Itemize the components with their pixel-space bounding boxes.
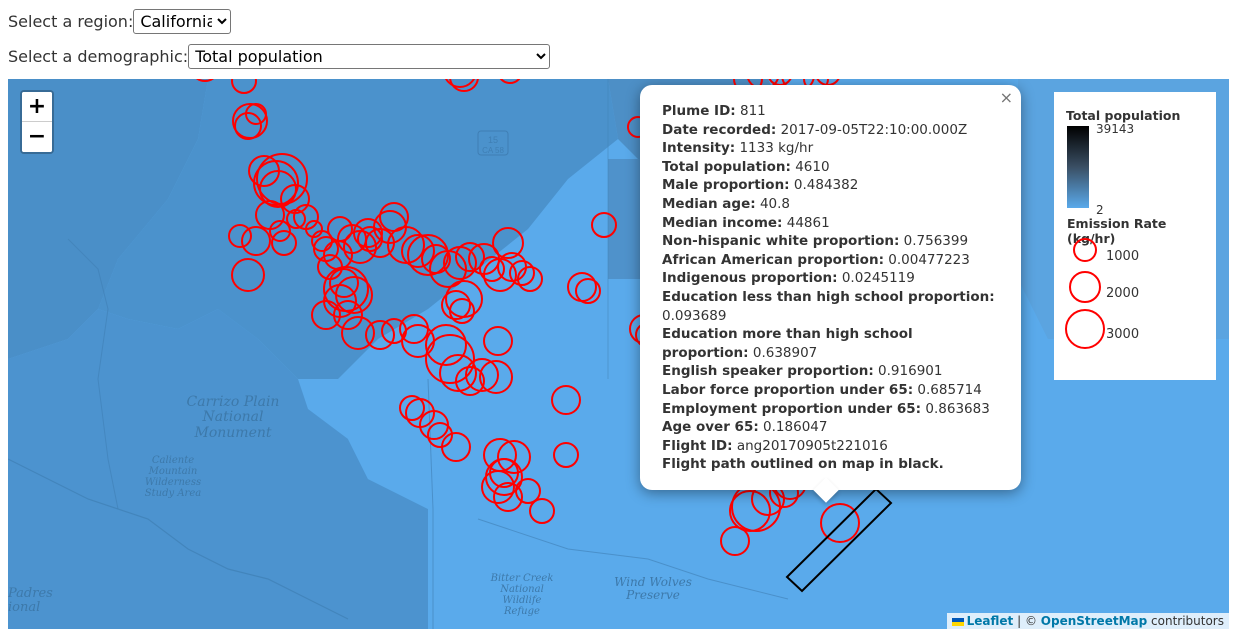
popup-row: Intensity: 1133 kg/hr — [662, 139, 999, 158]
popup-field-value: 0.00477223 — [888, 251, 970, 268]
legend-circle-3000 — [1065, 309, 1105, 349]
popup-field-label: Date recorded: — [662, 121, 777, 138]
zoom-in-button[interactable]: + — [22, 92, 52, 122]
legend-title: Total population — [1066, 108, 1181, 123]
popup-field-label: Male proportion: — [662, 177, 790, 194]
popup-field-value: 0.0245119 — [841, 270, 915, 287]
popup-content: Plume ID: 811 Date recorded: 2017-09-05T2… — [662, 102, 999, 455]
popup-row: Total population: 4610 — [662, 158, 999, 177]
popup-field-label: Intensity: — [662, 140, 736, 157]
attribution-tail: contributors — [1147, 614, 1224, 628]
map-base: 15 CA 58 — [8, 79, 1229, 629]
popup-field-value: 2017-09-05T22:10:00.000Z — [780, 121, 968, 138]
popup-row: Age over 65: 0.186047 — [662, 418, 999, 437]
popup-field-label: Plume ID: — [662, 103, 736, 119]
popup-row: Male proportion: 0.484382 — [662, 176, 999, 195]
popup-field-value: 0.093689 — [662, 307, 727, 324]
legend-circle-1000 — [1073, 238, 1097, 262]
legend-level-2000: 2000 — [1106, 286, 1140, 301]
demographic-select[interactable]: Total population — [188, 44, 551, 69]
popup-close-button[interactable]: × — [1000, 88, 1013, 108]
map[interactable]: 15 CA 58 Carrizo Plain National Monument… — [8, 79, 1229, 629]
popup-row: Median income: 44861 — [662, 214, 999, 233]
ukraine-flag-icon — [951, 617, 964, 626]
popup-field-label: Age over 65: — [662, 419, 759, 436]
popup-row: Education less than high school proporti… — [662, 288, 999, 325]
map-label-bitter-creek: Bitter Creek National Wildlife Refuge — [490, 573, 554, 617]
popup-row: Labor force proportion under 65: 0.68571… — [662, 381, 999, 400]
map-label-carrizo: Carrizo Plain National Monument — [186, 394, 280, 441]
popup-footer: Flight path outlined on map in black. — [662, 456, 944, 473]
popup-field-value: 1133 kg/hr — [739, 140, 814, 157]
popup-field-value: 0.756399 — [903, 233, 969, 250]
map-label-caliente: Caliente Mountain Wilderness Study Area — [144, 455, 202, 499]
region-select[interactable]: California — [133, 9, 232, 34]
leaflet-link[interactable]: Leaflet — [967, 614, 1014, 628]
legend-color-ramp — [1067, 126, 1089, 208]
popup-field-label: Median income: — [662, 214, 783, 231]
popup-row: Non-hispanic white proportion: 0.756399 — [662, 232, 999, 251]
popup-row: Education more than high school proporti… — [662, 325, 999, 362]
popup-field-label: Median age: — [662, 195, 756, 212]
popup-field-label: Education less than high school proporti… — [662, 288, 995, 305]
attribution-separator: | © — [1013, 614, 1041, 628]
map-attribution: Leaflet | © OpenStreetMap contributors — [946, 613, 1229, 629]
popup-row: Date recorded: 2017-09-05T22:10:00.000Z — [662, 121, 999, 140]
popup-field-value: 44861 — [786, 214, 830, 231]
popup-field-value: 0.863683 — [925, 400, 990, 417]
popup-row: Flight ID: ang20170905t221016 — [662, 437, 999, 456]
popup-field-value: 0.916901 — [878, 363, 943, 380]
popup-field-value: 40.8 — [759, 195, 790, 212]
map-label-padres: Padres ional — [8, 586, 53, 616]
legend-max-value: 39143 — [1096, 122, 1135, 136]
popup-field-label: African American proportion: — [662, 251, 884, 268]
popup-field-label: Flight ID: — [662, 437, 733, 454]
osm-link[interactable]: OpenStreetMap — [1041, 614, 1147, 628]
popup-field-label: Total population: — [662, 158, 791, 175]
popup-row: Median age: 40.8 — [662, 195, 999, 214]
popup-field-value: 0.186047 — [763, 419, 828, 436]
plume-popup: × Plume ID: 811 Date recorded: 2017-09-05… — [640, 85, 1021, 503]
popup-field-label: English speaker proportion: — [662, 363, 874, 380]
region-control: Select a region: California — [8, 9, 232, 34]
popup-row: Indigenous proportion: 0.0245119 — [662, 269, 999, 288]
legend-level-3000: 3000 — [1106, 327, 1140, 342]
highway-shield-text: CA 58 — [482, 146, 504, 155]
region-label: Select a region: — [8, 12, 134, 31]
highway-shield-text: 15 — [488, 135, 498, 145]
demographic-label: Select a demographic: — [8, 47, 189, 66]
popup-field-value: 0.638907 — [752, 344, 818, 361]
popup-row: Employment proportion under 65: 0.863683 — [662, 400, 999, 419]
popup-row: Plume ID: 811 — [662, 102, 999, 121]
popup-field-label: Non-hispanic white proportion: — [662, 233, 900, 250]
legend-level-1000: 1000 — [1106, 249, 1140, 264]
popup-field-label: Indigenous proportion: — [662, 270, 838, 287]
demographic-control: Select a demographic: Total population — [8, 44, 551, 69]
popup-row: English speaker proportion: 0.916901 — [662, 362, 999, 381]
zoom-control: + − — [20, 90, 54, 154]
legend-circle-2000 — [1069, 271, 1101, 303]
popup-field-value: 811 — [739, 103, 766, 119]
popup-field-value: 0.685714 — [917, 381, 982, 398]
map-label-wind-wolves: Wind Wolves Preserve — [614, 575, 692, 603]
popup-field-value: 4610 — [795, 158, 830, 175]
popup-field-label: Employment proportion under 65: — [662, 400, 922, 417]
popup-field-label: Labor force proportion under 65: — [662, 381, 914, 398]
legend: Total population 39143 2 Emission Rate (… — [1054, 92, 1216, 380]
popup-row: African American proportion: 0.00477223 — [662, 251, 999, 270]
popup-field-value: 0.484382 — [793, 177, 859, 194]
legend-min-value: 2 — [1096, 203, 1104, 217]
zoom-out-button[interactable]: − — [22, 122, 52, 152]
popup-field-value: ang20170905t221016 — [736, 437, 888, 454]
